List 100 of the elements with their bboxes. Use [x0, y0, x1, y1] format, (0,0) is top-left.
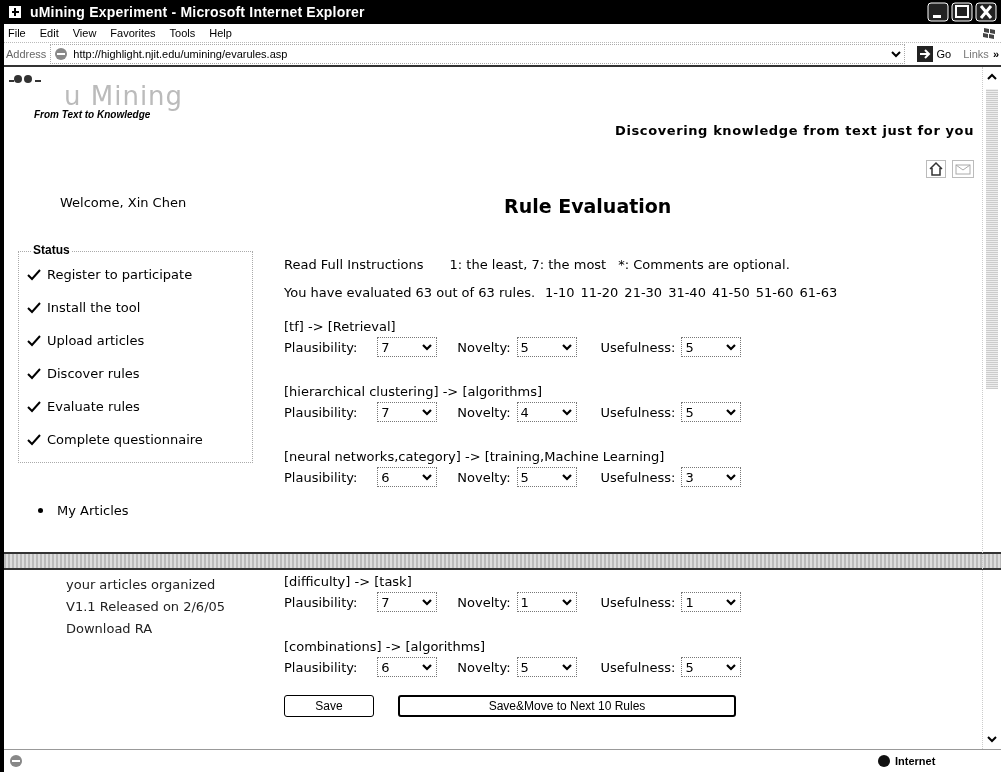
- rating-label: Novelty:: [457, 659, 511, 675]
- window-title: uMining Experiment - Microsoft Internet Explorer: [30, 4, 365, 20]
- page-title: Rule Evaluation: [504, 195, 673, 219]
- globe-icon: [877, 754, 891, 768]
- address-field[interactable]: http://highlight.njit.edu/umining/evarules.asp: [50, 44, 905, 64]
- rating-label: Usefulness:: [600, 594, 676, 610]
- rating-label: Plausibility:: [284, 404, 358, 420]
- page-link[interactable]: 41-50: [711, 285, 750, 313]
- rule-text: [combinations] -> [algorithms]: [284, 639, 487, 654]
- rating-label: Novelty:: [457, 594, 511, 610]
- rating-select[interactable]: 5: [516, 657, 577, 677]
- caret-icon: [725, 342, 738, 352]
- menu-item[interactable]: Help: [209, 27, 232, 39]
- rating-label: Usefulness:: [600, 339, 676, 355]
- rating-label: Usefulness:: [600, 404, 676, 420]
- rule-text: [hierarchical clustering] -> [algorithms]: [284, 384, 544, 399]
- rating-select[interactable]: 3: [681, 467, 742, 487]
- rating-select[interactable]: 5: [681, 402, 742, 422]
- instructions-link[interactable]: Read Full Instructions: [284, 257, 424, 285]
- status-step: Evaluate rules: [47, 399, 140, 414]
- caret-icon: [560, 472, 573, 482]
- rule-text: [neural networks,category] -> [training,Machine Learning]: [284, 449, 666, 464]
- rating-select[interactable]: 1: [516, 592, 577, 612]
- rating-label: Plausibility:: [284, 339, 358, 355]
- form-button[interactable]: Save: [284, 695, 374, 717]
- chevron-icon[interactable]: »: [992, 48, 999, 60]
- rule-text: [tf] -> [Retrieval]: [284, 319, 397, 334]
- caret-icon: [725, 407, 738, 417]
- go-button[interactable]: Go: [908, 46, 960, 62]
- arrow-icon: [916, 46, 933, 62]
- menu-item[interactable]: View: [72, 27, 97, 39]
- caret-icon: [421, 597, 434, 607]
- links-label[interactable]: Links: [963, 48, 989, 60]
- rating-select[interactable]: 6: [377, 467, 438, 487]
- page-link[interactable]: 51-60: [755, 285, 794, 313]
- caret-icon: [421, 407, 434, 417]
- rating-select[interactable]: 6: [377, 657, 438, 677]
- rating-label: Usefulness:: [600, 659, 676, 675]
- logo-icon: [8, 73, 42, 85]
- windows-logo-icon: [981, 25, 997, 41]
- rating-select[interactable]: 7: [377, 592, 438, 612]
- menu-item[interactable]: Favorites: [110, 27, 156, 39]
- menu-item[interactable]: Tools: [169, 27, 196, 39]
- page-link[interactable]: 21-30: [624, 285, 663, 313]
- sidebar-note: your articles organized: [66, 576, 217, 594]
- status-step: Discover rules: [47, 366, 140, 381]
- rating-select[interactable]: 4: [516, 402, 577, 422]
- rating-label: Plausibility:: [284, 469, 358, 485]
- sidebar-note: V1.1 Released on 2/6/05: [66, 598, 227, 616]
- page-link[interactable]: 11-20: [580, 285, 619, 313]
- rating-select[interactable]: 1: [681, 592, 742, 612]
- rating-select[interactable]: 5: [516, 337, 577, 357]
- page-link[interactable]: 31-40: [668, 285, 706, 313]
- bullet-icon: [38, 508, 43, 513]
- logo-tagline: From Text to Knowledge: [34, 109, 151, 120]
- rating-label: Plausibility:: [284, 594, 358, 610]
- slogan: Discovering knowledge from text just for you: [615, 123, 974, 138]
- caret-icon: [725, 662, 738, 672]
- scroll-down-icon[interactable]: [985, 733, 999, 745]
- caret-icon: [560, 597, 573, 607]
- progress-text: You have evaluated 63 out of 63 rules.: [284, 285, 536, 302]
- caret-icon: [421, 662, 434, 672]
- home-icon[interactable]: [926, 160, 946, 178]
- comments-note: *: Comments are optional.: [618, 257, 790, 274]
- caret-icon: [560, 342, 573, 352]
- menu-item[interactable]: Edit: [39, 27, 59, 39]
- minimize-icon[interactable]: [927, 2, 949, 22]
- logo-text: u Mining: [64, 83, 184, 109]
- rating-label: Novelty:: [457, 469, 511, 485]
- menu-item[interactable]: File: [8, 27, 26, 39]
- close-icon[interactable]: [975, 2, 997, 22]
- status-step: Install the tool: [47, 300, 141, 315]
- rating-select[interactable]: 5: [681, 657, 742, 677]
- address-label: Address: [6, 48, 47, 60]
- caret-icon: [421, 472, 434, 482]
- status-step: Register to participate: [47, 267, 193, 282]
- welcome-text: Welcome, Xin Chen: [60, 195, 188, 212]
- rating-label: Novelty:: [457, 339, 511, 355]
- status-title: Status: [31, 243, 72, 257]
- caret-icon: [725, 597, 738, 607]
- rating-select[interactable]: 7: [377, 402, 438, 422]
- rating-select[interactable]: 7: [377, 337, 438, 357]
- sidebar-note: Download RA: [66, 620, 154, 638]
- page-link[interactable]: 1-10: [545, 285, 575, 313]
- dropdown-icon[interactable]: [889, 49, 902, 59]
- status-step: Upload articles: [47, 333, 145, 348]
- scale-note: 1: the least, 7: the most: [449, 257, 607, 274]
- rating-select[interactable]: 5: [681, 337, 742, 357]
- caret-icon: [725, 472, 738, 482]
- sidebar-link[interactable]: My Articles: [57, 503, 129, 518]
- rule-text: [difficulty] -> [task]: [284, 574, 413, 589]
- maximize-icon[interactable]: [951, 2, 973, 22]
- rating-label: Novelty:: [457, 404, 511, 420]
- form-button[interactable]: Save&Move to Next 10 Rules: [398, 695, 736, 717]
- page-link[interactable]: 61-63: [799, 285, 838, 313]
- caret-icon: [421, 342, 434, 352]
- caret-icon: [560, 662, 573, 672]
- zone-label: Internet: [895, 755, 936, 767]
- rating-select[interactable]: 5: [516, 467, 577, 487]
- caret-icon: [560, 407, 573, 417]
